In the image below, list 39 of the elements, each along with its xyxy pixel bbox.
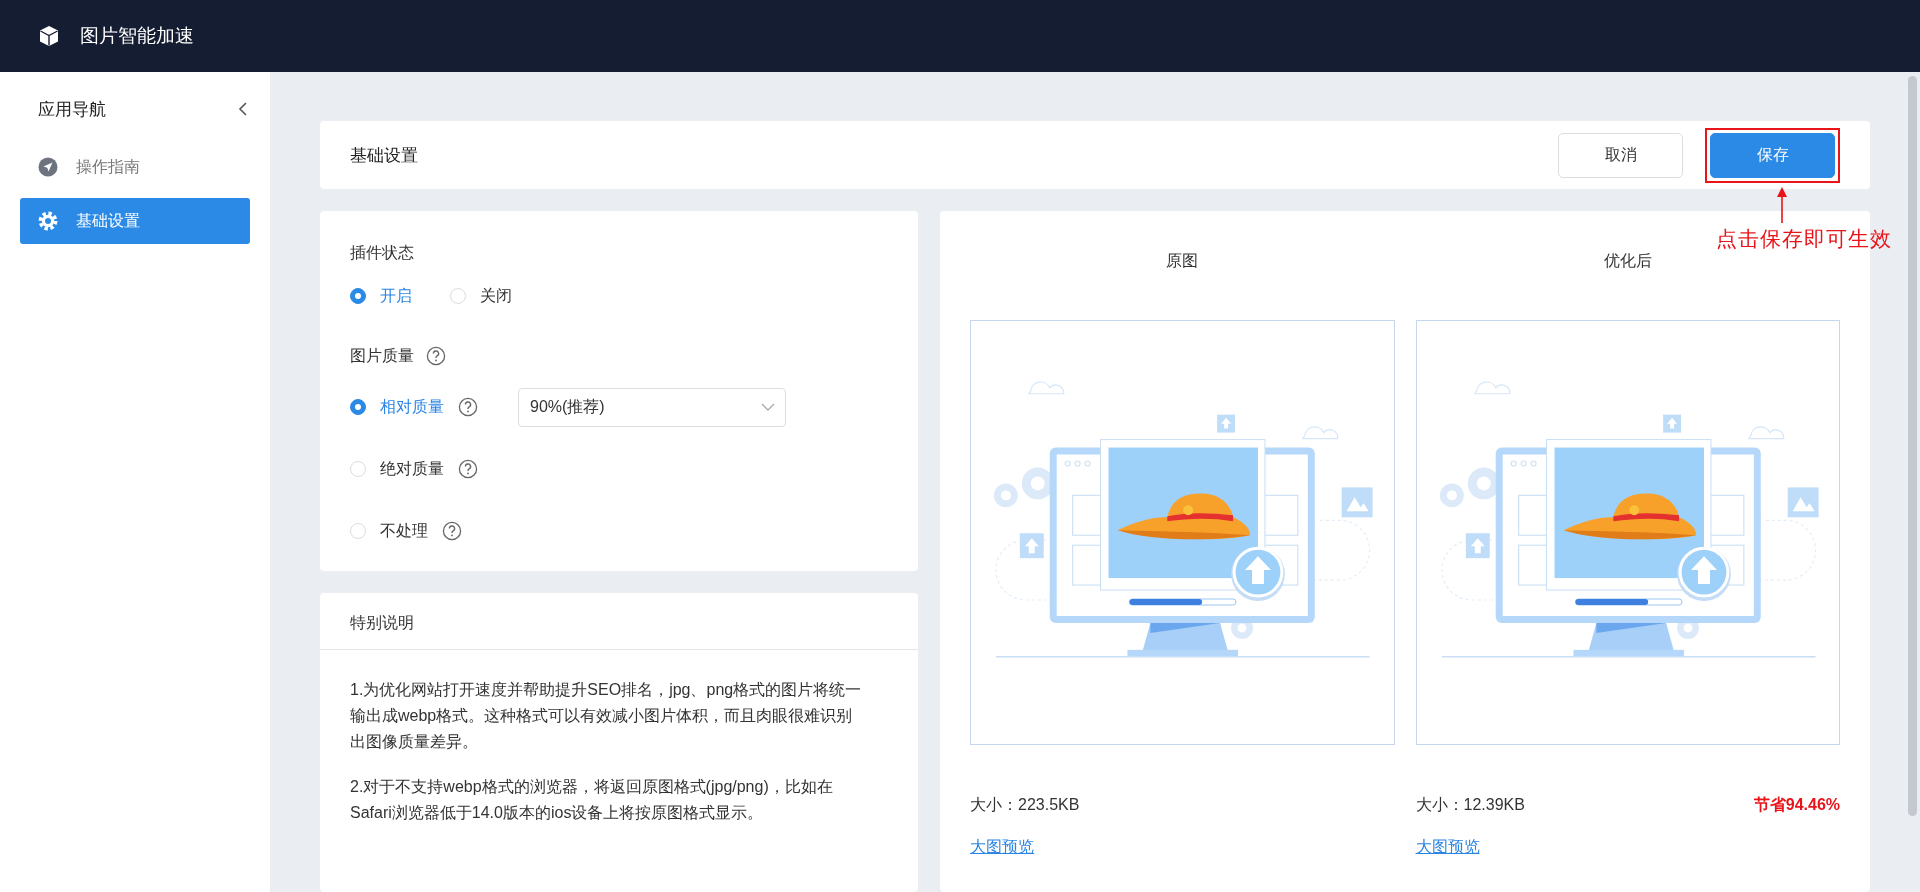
navigation-icon [38,157,58,177]
gear-icon [38,211,58,231]
option-label[interactable]: 绝对质量 [380,458,444,480]
annotation-arrow [1776,187,1788,223]
option-label[interactable]: 不处理 [380,520,428,542]
app-title: 图片智能加速 [80,24,194,48]
file-size: 大小：223.5KB [970,794,1080,815]
radio-button[interactable] [350,288,366,304]
preview-link[interactable]: 大图预览 [970,836,1034,858]
page-title: 基础设置 [350,144,419,167]
help-icon[interactable] [426,346,446,366]
note-paragraph: 1.为优化网站打开速度并帮助提升SEO排名，jpg、png格式的图片将统一输出成webp格式。这种格式可以有效减小图片体积，而且肉眼很难识别出图像质量差异。 [350,680,863,752]
option-label[interactable]: 关闭 [480,285,512,307]
sidebar-item[interactable]: 操作指南 [20,144,250,190]
note-paragraph: 2.对于不支持webp格式的浏览器，将返回原图格式(jpg/png)，比如在Safari浏览器低于14.0版本的ios设备上将按原图格式显示。 [350,777,834,823]
help-icon[interactable] [458,397,478,417]
image-title: 原图 [1165,251,1200,271]
option-label[interactable]: 相对质量 [380,396,444,418]
notes-title: 特别说明 [350,614,414,631]
help-icon[interactable] [442,521,462,541]
cancel-button[interactable]: 取消 [1558,132,1683,178]
save-button[interactable]: 保存 [1710,132,1835,178]
collapse-icon[interactable] [236,101,250,117]
sidebar-item[interactable]: 基础设置 [20,198,250,244]
group-label: 图片质量 [350,345,414,366]
help-icon[interactable] [458,459,478,479]
savings-percent: 节省94.46% [1753,794,1840,815]
option-label[interactable]: 开启 [380,285,412,307]
cube-icon [38,25,60,47]
image-title: 优化后 [1602,251,1653,271]
sidebar-title: 应用导航 [38,98,106,121]
file-size: 大小：12.39KB [1415,794,1525,815]
chevron-down-icon [761,403,775,411]
quality-dropdown[interactable]: 90%(推荐) [518,387,786,427]
preview-link[interactable]: 大图预览 [1415,836,1480,858]
annotation-text: 点击保存即可生效 [1716,226,1892,253]
group-label: 插件状态 [350,242,414,263]
scrollbar-thumb[interactable] [1908,76,1917,816]
radio-button[interactable] [350,399,366,415]
